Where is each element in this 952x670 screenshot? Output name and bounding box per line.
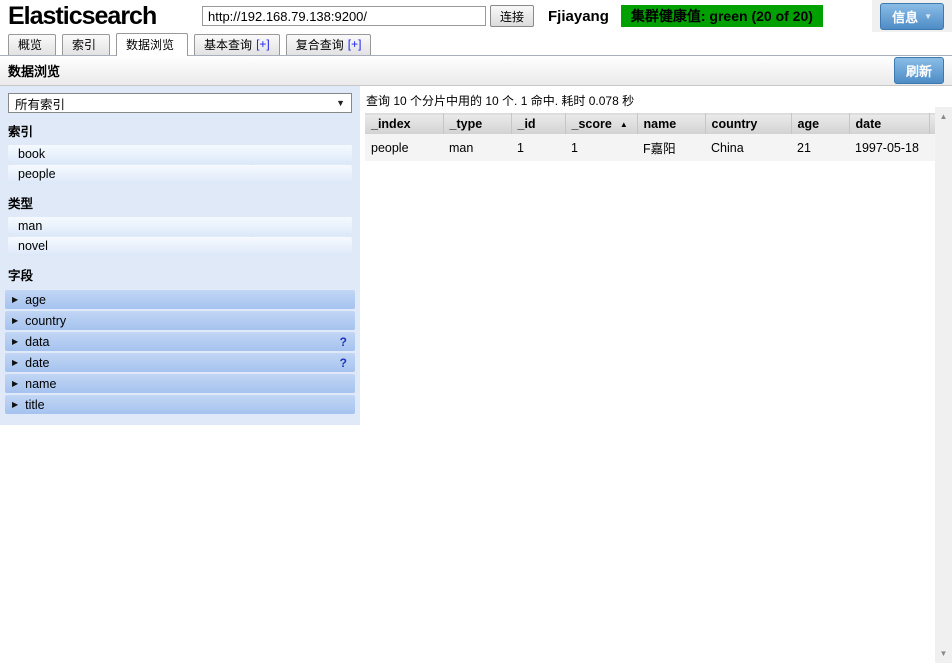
tab-browser[interactable]: 数据浏览 <box>116 33 188 56</box>
filter-sidebar: 所有索引 ▼ 索引 book people 类型 man novel 字段 ▶ … <box>0 86 360 425</box>
type-item-man[interactable]: man <box>8 217 352 236</box>
results-table: _index _type _id _score ▲ name country ag… <box>365 113 935 161</box>
field-item-date[interactable]: ▶ date ? <box>5 353 355 372</box>
field-item-country[interactable]: ▶ country <box>5 311 355 330</box>
field-label: title <box>25 398 44 412</box>
expand-triangle-icon: ▶ <box>12 379 18 388</box>
connect-button[interactable]: 连接 <box>490 5 534 27</box>
tab-plus-icon: [+] <box>256 37 270 51</box>
field-label: date <box>25 356 49 370</box>
column-header-score[interactable]: _score ▲ <box>565 114 637 135</box>
table-row[interactable]: people man 1 1 F嘉阳 China 21 1997-05-18 <box>365 134 935 161</box>
cell-name[interactable]: F嘉阳 <box>637 134 705 161</box>
cell-index[interactable]: people <box>365 134 443 161</box>
expand-triangle-icon: ▶ <box>12 316 18 325</box>
server-url-input[interactable] <box>202 6 486 26</box>
index-filter-value: 所有索引 <box>15 94 65 113</box>
sort-asc-icon: ▲ <box>620 120 628 129</box>
cell-score[interactable]: 1 <box>565 134 637 161</box>
column-header-id[interactable]: _id <box>511 114 565 135</box>
results-panel: 查询 10 个分片中用的 10 个. 1 命中. 耗时 0.078 秒 _ind… <box>360 86 952 670</box>
field-label: data <box>25 335 49 349</box>
refresh-button[interactable]: 刷新 <box>894 57 944 84</box>
cell-id[interactable]: 1 <box>511 134 565 161</box>
field-item-data[interactable]: ▶ data ? <box>5 332 355 351</box>
field-item-title[interactable]: ▶ title <box>5 395 355 414</box>
column-header-name[interactable]: name <box>637 114 705 135</box>
expand-triangle-icon: ▶ <box>12 358 18 367</box>
query-status-text: 查询 10 个分片中用的 10 个. 1 命中. 耗时 0.078 秒 <box>365 86 952 113</box>
cell-date[interactable]: 1997-05-18 <box>849 134 929 161</box>
tab-plus-icon: [+] <box>348 37 362 51</box>
app-header: Elasticsearch 连接 Fjiayang 集群健康值: green (… <box>0 0 952 32</box>
index-item-people[interactable]: people <box>8 165 352 184</box>
tab-label: 复合查询 <box>296 36 344 53</box>
results-scrollbar[interactable]: ▲ ▼ <box>935 107 952 663</box>
info-dropdown-button[interactable]: 信息 ▼ <box>880 3 944 30</box>
cluster-health-badge: 集群健康值: green (20 of 20) <box>621 5 823 27</box>
cell-type[interactable]: man <box>443 134 511 161</box>
field-label: name <box>25 377 56 391</box>
cell-age[interactable]: 21 <box>791 134 849 161</box>
help-icon[interactable]: ? <box>340 356 347 370</box>
field-label: country <box>25 314 66 328</box>
info-button-area: 信息 ▼ <box>872 0 952 32</box>
types-section-header: 类型 <box>0 185 360 216</box>
column-header-country[interactable]: country <box>705 114 791 135</box>
type-item-novel[interactable]: novel <box>8 237 352 256</box>
info-button-label: 信息 <box>892 7 918 26</box>
index-filter-select[interactable]: 所有索引 ▼ <box>8 93 352 113</box>
fields-section-header: 字段 <box>0 257 360 288</box>
tab-any-request[interactable]: 复合查询 [+] <box>286 34 372 55</box>
page-title: Elasticsearch <box>8 2 196 31</box>
column-header-label: _score <box>572 117 612 131</box>
column-header-type[interactable]: _type <box>443 114 511 135</box>
index-item-book[interactable]: book <box>8 145 352 164</box>
tab-label: 索引 <box>72 36 96 53</box>
section-title: 数据浏览 <box>8 61 60 80</box>
help-icon[interactable]: ? <box>340 335 347 349</box>
field-item-age[interactable]: ▶ age <box>5 290 355 309</box>
table-header-row: _index _type _id _score ▲ name country ag… <box>365 114 935 135</box>
column-header-age[interactable]: age <box>791 114 849 135</box>
browser-toolbar: 数据浏览 刷新 <box>0 56 952 86</box>
field-label: age <box>25 293 46 307</box>
tab-label: 数据浏览 <box>126 36 174 53</box>
main-tabbar: 概览 索引 数据浏览 基本查询 [+] 复合查询 [+] <box>0 32 952 56</box>
expand-triangle-icon: ▶ <box>12 295 18 304</box>
tab-label: 概览 <box>18 36 42 53</box>
scroll-down-icon[interactable]: ▼ <box>935 649 952 658</box>
expand-triangle-icon: ▶ <box>12 400 18 409</box>
field-item-name[interactable]: ▶ name <box>5 374 355 393</box>
column-header-date[interactable]: date <box>849 114 929 135</box>
content: 所有索引 ▼ 索引 book people 类型 man novel 字段 ▶ … <box>0 86 952 670</box>
cell-country[interactable]: China <box>705 134 791 161</box>
column-header-index[interactable]: _index <box>365 114 443 135</box>
tab-label: 基本查询 <box>204 36 252 53</box>
scroll-up-icon[interactable]: ▲ <box>935 112 952 121</box>
dropdown-caret-icon: ▼ <box>924 12 932 21</box>
cluster-name: Fjiayang <box>548 8 609 25</box>
tab-overview[interactable]: 概览 <box>8 34 56 55</box>
indices-section-header: 索引 <box>0 113 360 144</box>
expand-triangle-icon: ▶ <box>12 337 18 346</box>
select-arrow-icon: ▼ <box>336 98 345 108</box>
tab-indices[interactable]: 索引 <box>62 34 110 55</box>
tab-structured-query[interactable]: 基本查询 [+] <box>194 34 280 55</box>
